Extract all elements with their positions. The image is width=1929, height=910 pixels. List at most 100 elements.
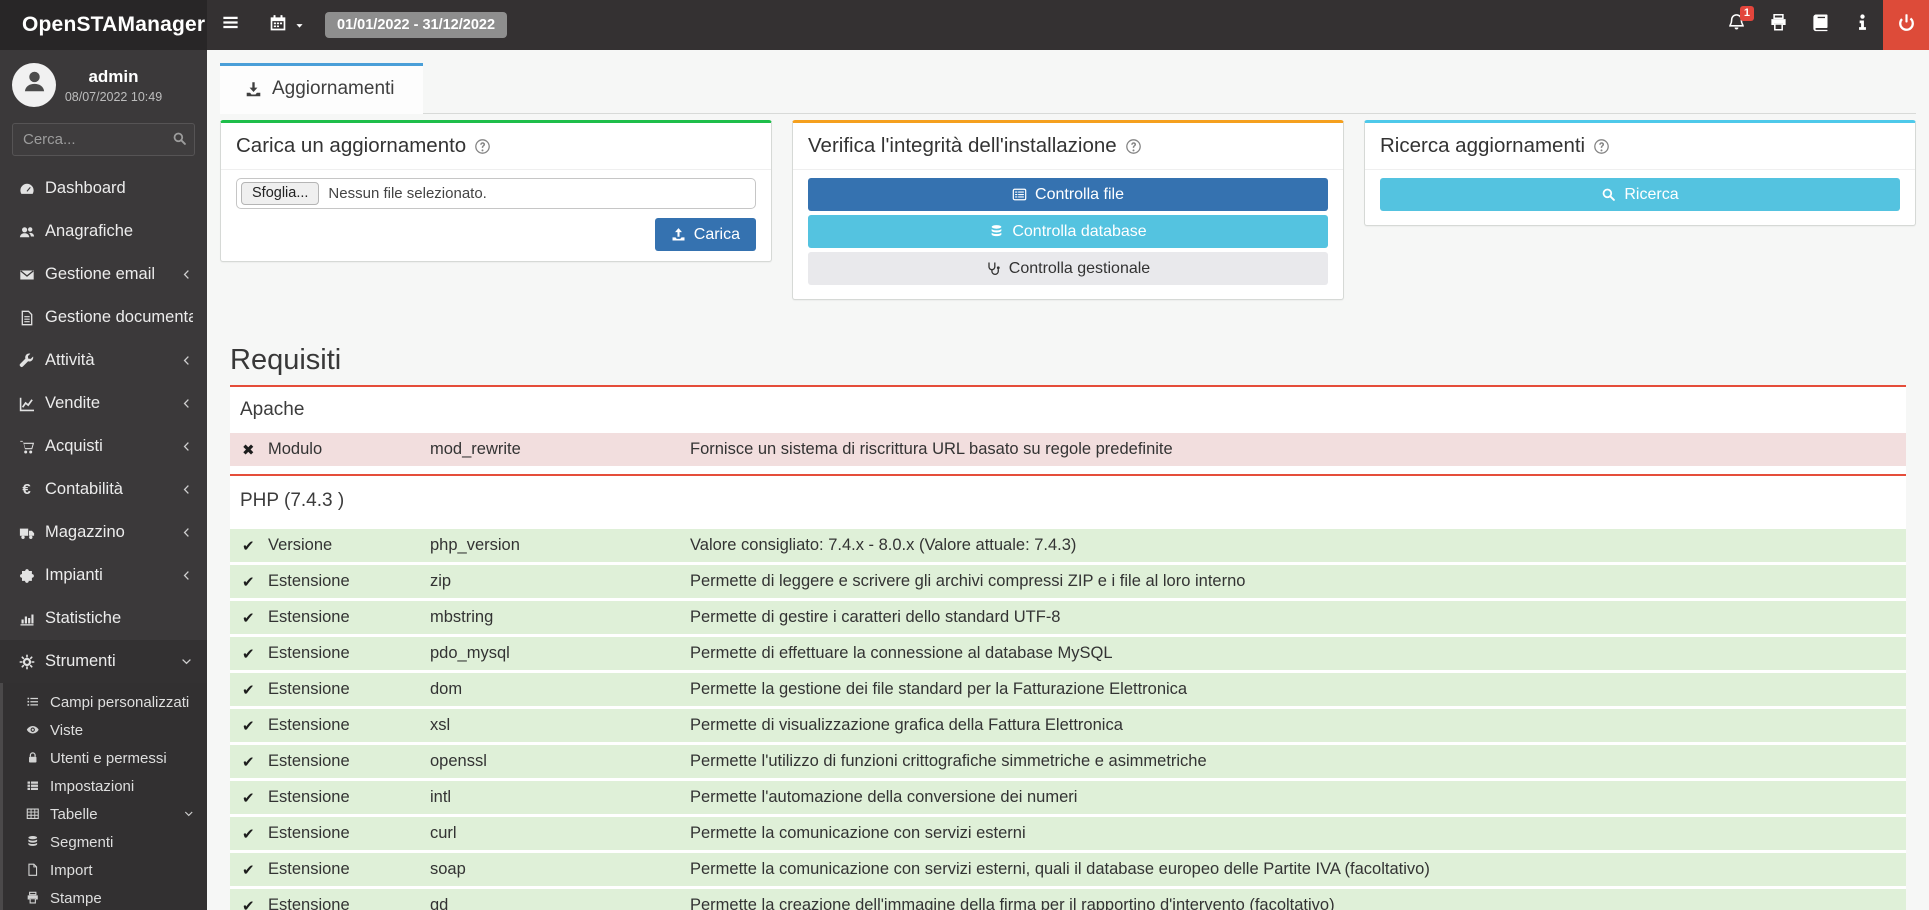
sidebar-subitem-impostazioni[interactable]: Impostazioni <box>3 772 207 800</box>
sidebar-item-acquisti[interactable]: Acquisti <box>0 425 207 468</box>
truck-icon <box>15 525 38 541</box>
gear-icon <box>15 654 38 670</box>
documentation-button[interactable] <box>1799 0 1841 50</box>
requirement-description: Fornisce un sistema di riscrittura URL b… <box>690 440 1906 459</box>
search-submit-button[interactable] <box>172 131 187 150</box>
help-icon[interactable] <box>1125 138 1142 155</box>
sidebar-search <box>12 123 195 156</box>
sidebar-item-label: Attività <box>45 351 180 370</box>
info-button[interactable] <box>1841 0 1883 50</box>
requirement-section-apache: Apache ✖ Modulo mod_rewrite Fornisce un … <box>230 385 1906 474</box>
app-logo[interactable]: OpenSTAManager <box>0 0 207 50</box>
requirement-description: Permette l'utilizzo di funzioni crittogr… <box>690 752 1906 771</box>
print-button[interactable] <box>1757 0 1799 50</box>
envelope-icon <box>15 267 38 283</box>
chevron-left-icon <box>180 268 193 281</box>
requirement-row-pdo-mysql: ✔ Estensione pdo_mysql Permette di effet… <box>230 637 1906 670</box>
top-right-icons: 1 <box>1715 0 1929 50</box>
euro-icon: € <box>15 481 38 498</box>
requirement-name: dom <box>430 680 690 699</box>
controlla-gestionale-button[interactable]: Controlla gestionale <box>808 252 1328 285</box>
sidebar-item-label: Magazzino <box>45 523 180 542</box>
controlla-file-button[interactable]: Controlla file <box>808 178 1328 211</box>
requirement-section-title: PHP (7.4.3 ) <box>230 476 1906 529</box>
user-panel: admin 08/07/2022 10:49 <box>0 50 207 119</box>
user-info: admin 08/07/2022 10:49 <box>56 67 197 104</box>
requirement-name: openssl <box>430 752 690 771</box>
sidebar-item-vendite[interactable]: Vendite <box>0 382 207 425</box>
requirement-type: Estensione <box>268 896 430 910</box>
logout-button[interactable] <box>1883 0 1929 50</box>
sidebar-item-magazzino[interactable]: Magazzino <box>0 511 207 554</box>
chevron-left-icon <box>180 569 193 582</box>
check-icon: ✔ <box>242 717 268 735</box>
sidebar-toggle-button[interactable] <box>207 0 253 50</box>
sidebar-subitem-viste[interactable]: Viste <box>3 716 207 744</box>
upload-icon <box>671 227 686 242</box>
tab-aggiornamenti[interactable]: Aggiornamenti <box>220 63 423 114</box>
sidebar-item-impianti[interactable]: Impianti <box>0 554 207 597</box>
file-status-text: Nessun file selezionato. <box>328 185 486 202</box>
browse-button[interactable]: Sfoglia... <box>241 182 319 205</box>
users-icon <box>15 224 38 240</box>
sidebar-item-dashboard[interactable]: Dashboard <box>0 167 207 210</box>
requirement-row-xsl: ✔ Estensione xsl Permette di visualizzaz… <box>230 709 1906 742</box>
database-icon <box>22 835 44 849</box>
print-icon <box>22 891 44 905</box>
upload-submit-label: Carica <box>694 226 740 244</box>
date-range-badge[interactable]: 01/01/2022 - 31/12/2022 <box>325 12 507 38</box>
sidebar-item-attivita[interactable]: Attività <box>0 339 207 382</box>
sidebar-subitem-segmenti[interactable]: Segmenti <box>3 828 207 856</box>
requirement-description: Permette di leggere e scrivere gli archi… <box>690 572 1906 591</box>
file-input[interactable]: Sfoglia... Nessun file selezionato. <box>236 178 756 209</box>
chevron-left-icon <box>180 397 193 410</box>
check-icon: ✔ <box>242 537 268 555</box>
requirement-row-soap: ✔ Estensione soap Permette la comunicazi… <box>230 853 1906 886</box>
date-range-picker-button[interactable] <box>253 0 317 50</box>
requirement-row-curl: ✔ Estensione curl Permette la comunicazi… <box>230 817 1906 850</box>
ricerca-button[interactable]: Ricerca <box>1380 178 1900 211</box>
sidebar-subitem-import[interactable]: Import <box>3 856 207 884</box>
chevron-down-icon <box>180 655 193 668</box>
sidebar-subitem-utenti-e-permessi[interactable]: Utenti e permessi <box>3 744 207 772</box>
search-input[interactable] <box>12 123 195 156</box>
sidebar-item-label: Impianti <box>45 566 180 585</box>
help-icon[interactable] <box>1593 138 1610 155</box>
check-icon: ✔ <box>242 573 268 591</box>
list-alt-icon <box>1012 187 1027 202</box>
sidebar-item-statistiche[interactable]: Statistiche <box>0 597 207 640</box>
upload-submit-button[interactable]: Carica <box>655 218 756 251</box>
sidebar-item-gestione-documentale[interactable]: Gestione documentale <box>0 296 207 339</box>
chart-line-icon <box>15 396 38 412</box>
verify-panel-title: Verifica l'integrità dell'installazione <box>808 134 1117 158</box>
controlla-database-button[interactable]: Controlla database <box>808 215 1328 248</box>
sidebar-item-gestione-email[interactable]: Gestione email <box>0 253 207 296</box>
sidebar-item-strumenti[interactable]: Strumenti <box>0 640 207 683</box>
sidebar-item-label: Gestione documentale <box>45 308 193 327</box>
help-icon[interactable] <box>474 138 491 155</box>
sidebar-item-contabilita[interactable]: € Contabilità <box>0 468 207 511</box>
sidebar-item-label: Dashboard <box>45 179 193 198</box>
chevron-left-icon <box>180 483 193 496</box>
requirement-name: zip <box>430 572 690 591</box>
requirement-section-php-7-4-3: PHP (7.4.3 ) ✔ Versione php_version Valo… <box>230 474 1906 910</box>
requirement-name: xsl <box>430 716 690 735</box>
list-icon <box>22 695 44 709</box>
th-list-icon <box>22 779 44 793</box>
sidebar-item-label: Anagrafiche <box>45 222 193 241</box>
chevron-left-icon <box>180 526 193 539</box>
requirement-description: Permette la comunicazione con servizi es… <box>690 824 1906 843</box>
top-nav: 01/01/2022 - 31/12/2022 1 <box>207 0 1929 50</box>
search-updates-panel: Ricerca aggiornamenti Ricerca <box>1364 120 1916 226</box>
bar-chart-icon <box>15 611 38 627</box>
sidebar-subitem-label: Segmenti <box>50 834 207 851</box>
sidebar-item-anagrafiche[interactable]: Anagrafiche <box>0 210 207 253</box>
notifications-button[interactable]: 1 <box>1715 0 1757 50</box>
requirements-sections: Apache ✖ Modulo mod_rewrite Fornisce un … <box>230 385 1906 910</box>
sidebar-subitem-campi-personalizzati[interactable]: Campi personalizzati <box>3 688 207 716</box>
requirement-row-php-version: ✔ Versione php_version Valore consigliat… <box>230 529 1906 562</box>
sidebar-subitem-stampe[interactable]: Stampe <box>3 884 207 910</box>
sidebar-item-label: Vendite <box>45 394 180 413</box>
check-icon: ✔ <box>242 825 268 843</box>
sidebar-subitem-tabelle[interactable]: Tabelle <box>3 800 207 828</box>
